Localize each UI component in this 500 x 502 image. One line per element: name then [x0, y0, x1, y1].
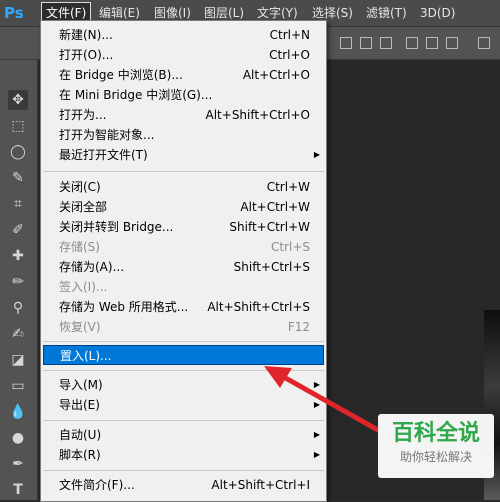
watermark-title: 百科全说 — [391, 421, 480, 446]
watermark-logo: 百科全说 助你轻松解决 — [378, 414, 494, 478]
watermark-subtitle: 助你轻松解决 — [399, 450, 472, 464]
